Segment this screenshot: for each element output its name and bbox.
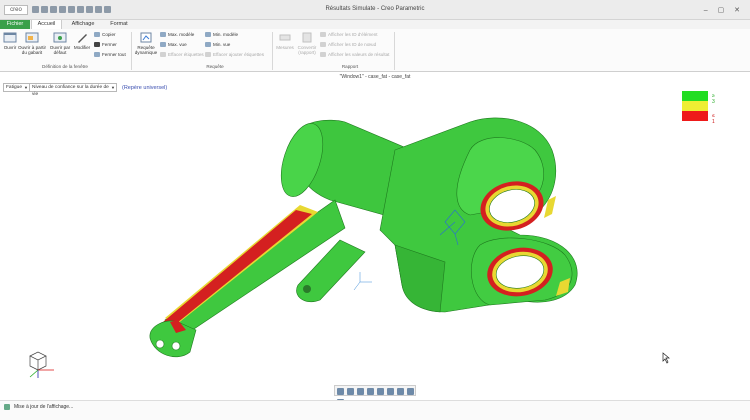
zoom-out-icon[interactable] [357, 388, 364, 395]
display-style-icon[interactable] [377, 388, 384, 395]
zoom-in-icon[interactable] [347, 388, 354, 395]
fatigue-result-model [149, 117, 578, 358]
orientation-triad-icon [29, 351, 54, 378]
view-manager-icon[interactable] [397, 388, 404, 395]
view-toolbar [334, 385, 416, 406]
status-icon [4, 404, 10, 410]
mouse-cursor-icon [662, 352, 670, 364]
saved-orientations-icon[interactable] [387, 388, 394, 395]
refit-icon[interactable] [337, 388, 344, 395]
csys-marker [353, 272, 372, 291]
status-bar: Mise à jour de l'affichage... [0, 400, 750, 420]
repaint-icon[interactable] [367, 388, 374, 395]
model-viewport[interactable] [0, 0, 750, 420]
datum-display-icon[interactable] [407, 388, 414, 395]
status-message: Mise à jour de l'affichage... [14, 404, 74, 410]
